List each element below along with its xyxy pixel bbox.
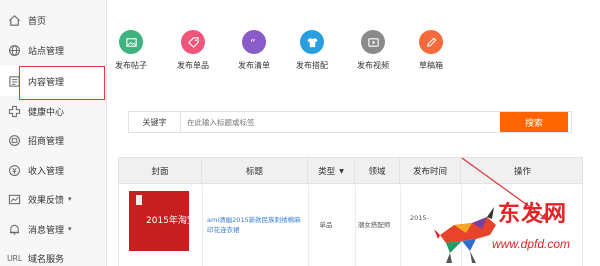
sidebar-item-label: 健康中心 — [28, 107, 65, 118]
chevron-down-icon: ▾ — [68, 195, 72, 203]
sidebar-item-messages[interactable]: 消息管理 ▾ — [0, 214, 106, 244]
search-button[interactable]: 搜索 — [500, 112, 568, 132]
tag-icon — [181, 30, 205, 54]
action-label: 发布视频 — [357, 61, 389, 70]
action-label: 发布帖子 — [115, 61, 147, 70]
sidebar-item-sites[interactable]: 站点管理 — [0, 35, 106, 65]
sidebar-item-label: 效果反馈 — [28, 195, 65, 206]
chevron-down-icon: ▼ — [339, 167, 344, 175]
keyword-label: 关键字 — [129, 112, 181, 132]
cover-text: 2015年淘宝 — [146, 216, 189, 226]
column-header-domain: 领域 — [355, 158, 400, 184]
item-domain: 潮女搭配师 — [357, 221, 391, 229]
sidebar-item-feedback[interactable]: 效果反馈 ▾ — [0, 184, 106, 214]
chevron-down-icon: ▾ — [68, 225, 72, 233]
publish-list-button[interactable]: “ 发布清单 — [229, 30, 279, 71]
column-divider — [400, 185, 401, 266]
sidebar-item-label: 消息管理 — [28, 225, 65, 236]
shop-icon — [7, 133, 21, 147]
chart-icon — [7, 192, 21, 206]
globe-icon — [7, 43, 21, 57]
sidebar-item-domain[interactable]: URL 域名服务 — [0, 243, 106, 266]
sidebar-item-home[interactable]: 首页 — [0, 5, 106, 35]
column-header-actions: 操作 — [513, 167, 531, 177]
bull-logo-icon — [434, 207, 496, 263]
sidebar: 首页 站点管理 内容管理 健康中心 招商管理 收入管理 效果反馈 ▾ 消息管理 … — [0, 0, 107, 266]
column-divider — [308, 185, 309, 266]
home-icon — [7, 13, 21, 27]
shirt-icon — [300, 30, 324, 54]
sidebar-item-label: 域名服务 — [28, 254, 65, 265]
table-header: 封面 标题 类型 ▼ 领域 发布时间 操作 — [119, 158, 582, 184]
plus-icon — [7, 104, 21, 118]
column-header-cover: 封面 — [119, 158, 202, 184]
image-icon — [119, 30, 143, 54]
pencil-icon — [419, 30, 443, 54]
sidebar-item-investment[interactable]: 招商管理 — [0, 125, 106, 155]
sidebar-item-label: 首页 — [28, 16, 47, 27]
drafts-button[interactable]: 草稿箱 — [406, 30, 456, 71]
video-icon — [361, 30, 385, 54]
bell-icon — [7, 222, 21, 236]
watermark: 东发网 www.dpfd.com — [432, 195, 600, 266]
sidebar-item-label: 收入管理 — [28, 166, 65, 177]
quote-icon: “ — [242, 30, 266, 54]
item-title-link[interactable]: ami清幽2015新款民族刺绣棉麻印花连衣裙 — [207, 215, 303, 235]
column-header-type[interactable]: 类型 ▼ — [308, 158, 355, 184]
column-header-title: 标题 — [202, 158, 308, 184]
sidebar-item-health[interactable]: 健康中心 — [0, 96, 106, 126]
publish-item-button[interactable]: 发布单品 — [168, 30, 218, 71]
column-header-time: 发布时间 — [400, 158, 461, 184]
sidebar-item-label: 招商管理 — [28, 136, 65, 147]
url-icon: URL — [7, 253, 22, 263]
sidebar-item-income[interactable]: 收入管理 — [0, 155, 106, 185]
watermark-url: www.dpfd.com — [492, 237, 571, 251]
column-divider — [202, 185, 203, 266]
action-label: 发布单品 — [177, 61, 209, 70]
publish-post-button[interactable]: 发布帖子 — [106, 30, 156, 71]
coin-icon — [7, 163, 21, 177]
cover-thumbnail[interactable]: 2015年淘宝 — [129, 191, 189, 251]
item-type: 单品 — [319, 221, 333, 229]
sidebar-item-label: 站点管理 — [28, 46, 65, 57]
publish-outfit-button[interactable]: 发布搭配 — [287, 30, 337, 71]
action-label: 发布清单 — [238, 61, 270, 70]
highlight-box — [19, 66, 105, 100]
svg-text:“: “ — [249, 37, 255, 49]
watermark-title: 东发网 — [498, 201, 568, 227]
action-label: 发布搭配 — [296, 61, 328, 70]
publish-video-button[interactable]: 发布视频 — [348, 30, 398, 71]
action-label: 草稿箱 — [419, 61, 443, 70]
thumbnail-mark — [136, 195, 142, 205]
